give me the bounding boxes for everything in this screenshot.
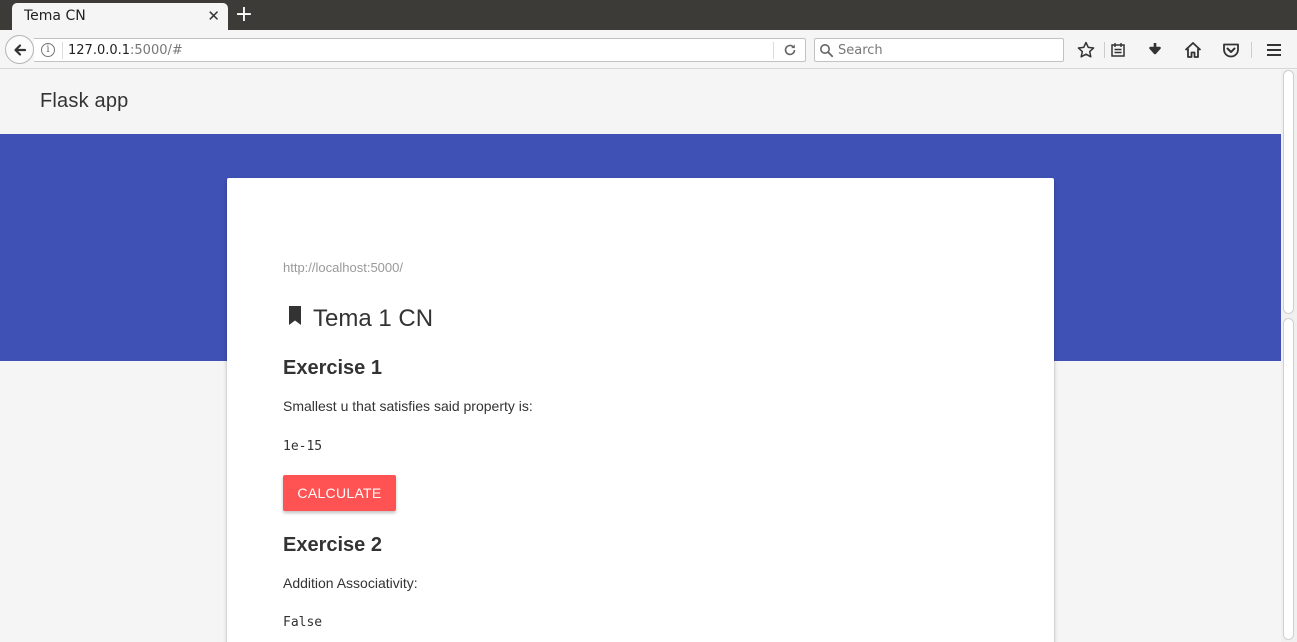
- pocket-icon[interactable]: [1221, 40, 1241, 60]
- toolbar-divider: [1251, 42, 1252, 58]
- content-card: http://localhost:5000/ Tema 1 CN Exercis…: [227, 178, 1054, 642]
- card-title: Tema 1 CN: [313, 305, 434, 332]
- menu-icon[interactable]: [1264, 40, 1284, 60]
- reload-divider: [773, 42, 774, 59]
- app-header: Flask app: [0, 70, 1281, 134]
- browser-tab[interactable]: Tema CN ✕: [12, 3, 228, 30]
- close-tab-icon[interactable]: ✕: [207, 7, 220, 25]
- url-host: 127.0.0.1: [68, 43, 131, 58]
- navigation-bar: i 127.0.0.1:5000/# Search: [0, 30, 1297, 69]
- search-bar[interactable]: Search: [814, 38, 1064, 62]
- scrollbar-track[interactable]: [1283, 318, 1294, 640]
- new-tab-button[interactable]: +: [233, 3, 255, 27]
- reload-icon[interactable]: [782, 42, 798, 58]
- exercise-2-text: Addition Associativity:: [283, 575, 418, 591]
- url-path: :5000/#: [130, 43, 183, 58]
- star-icon[interactable]: [1076, 40, 1096, 60]
- info-icon[interactable]: i: [41, 43, 55, 57]
- tab-strip: Tema CN ✕ +: [0, 0, 1297, 30]
- reading-list-icon[interactable]: [1108, 40, 1128, 60]
- bookmark-icon: [289, 306, 301, 325]
- back-button[interactable]: [5, 35, 34, 64]
- url-bar[interactable]: i 127.0.0.1:5000/#: [34, 38, 806, 62]
- url-text[interactable]: 127.0.0.1:5000/#: [68, 43, 183, 58]
- download-icon[interactable]: [1145, 40, 1165, 60]
- exercise-2-result: False: [283, 615, 323, 630]
- host-link[interactable]: http://localhost:5000/: [283, 260, 403, 275]
- exercise-1-result: 1e-15: [283, 439, 323, 454]
- back-arrow-icon: [13, 43, 26, 56]
- home-icon[interactable]: [1183, 40, 1203, 60]
- scrollbar-thumb[interactable]: [1283, 70, 1294, 314]
- toolbar-divider: [1104, 42, 1105, 58]
- search-icon: [820, 44, 834, 58]
- search-input[interactable]: Search: [838, 43, 883, 58]
- exercise-2-heading: Exercise 2: [283, 534, 382, 556]
- url-divider: [62, 42, 63, 59]
- app-title[interactable]: Flask app: [40, 90, 129, 113]
- exercise-1-text: Smallest u that satisfies said property …: [283, 398, 533, 414]
- page-content: Flask app http://localhost:5000/ Tema 1 …: [0, 70, 1281, 642]
- exercise-1-heading: Exercise 1: [283, 357, 382, 379]
- calculate-button[interactable]: CALCULATE: [283, 475, 396, 511]
- tab-title: Tema CN: [24, 8, 86, 24]
- vertical-scrollbar[interactable]: [1281, 70, 1297, 642]
